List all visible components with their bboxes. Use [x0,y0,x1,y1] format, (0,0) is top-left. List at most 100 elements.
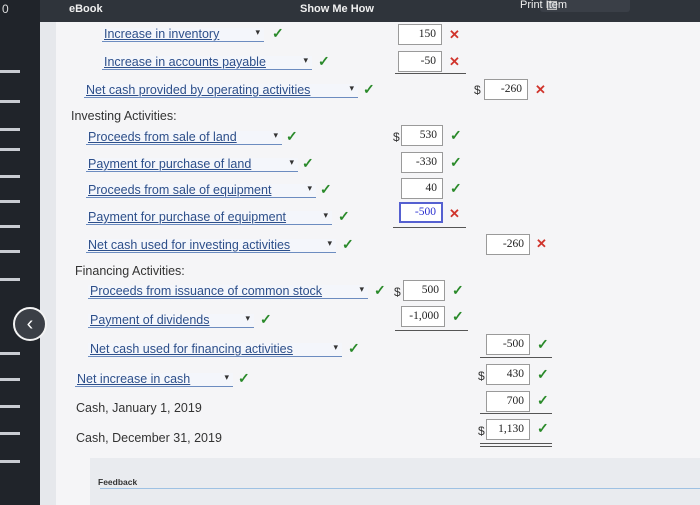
amount-field[interactable]: 700 [486,391,530,412]
amount-field[interactable]: 530 [401,125,443,146]
subtotal-rule [480,357,552,358]
amount-field-focused[interactable]: -500 [399,202,443,223]
print-item-link[interactable]: Print Item [520,0,567,11]
line-item-dropdown[interactable]: Proceeds from issuance of common stock ▾ [88,284,368,299]
check-icon: ✓ [450,127,462,143]
previous-button[interactable]: ‹ [13,307,47,341]
frame-dash [0,405,20,408]
chevron-down-icon: ▾ [323,210,328,220]
subtotal-rule [393,227,466,228]
frame-dash [0,378,20,381]
line-item-dropdown[interactable]: Net cash used for financing activities ▾ [88,342,342,357]
top-toolbar: eBook Show Me How Print Item [40,0,700,22]
frame-dash [0,278,20,281]
line-item-dropdown[interactable]: Increase in inventory ▾ [102,27,264,42]
line-item-dropdown[interactable]: Net cash provided by operating activitie… [84,83,358,98]
check-icon: ✓ [537,366,549,382]
check-icon: ✓ [348,340,360,356]
feedback-label: Feedback [98,477,138,487]
back-number: 0 [2,2,9,16]
frame-dash [0,175,20,178]
x-mark-icon: ✕ [535,82,546,97]
dropdown-text: Proceeds from sale of equipment [88,183,272,197]
amount-field[interactable]: 500 [403,280,445,301]
check-icon: ✓ [238,370,250,386]
line-item-dropdown[interactable]: Proceeds from sale of equipment ▾ [86,183,316,198]
check-icon: ✓ [363,81,375,97]
dropdown-text: Increase in accounts payable [104,55,266,69]
check-icon: ✓ [450,180,462,196]
chevron-down-icon: ▾ [255,27,260,37]
ebook-link[interactable]: eBook [69,3,103,15]
dropdown-text: Proceeds from issuance of common stock [90,284,323,298]
check-icon: ✓ [537,420,549,436]
dropdown-text: Increase in inventory [104,27,220,41]
dropdown-text: Net cash used for financing activities [90,342,293,356]
amount-field[interactable]: 430 [486,364,530,385]
dropdown-text: Net increase in cash [77,372,191,386]
amount-field[interactable]: -260 [486,234,530,255]
chevron-down-icon: ▾ [307,183,312,193]
chevron-down-icon: ▾ [273,130,278,140]
x-mark-icon: ✕ [449,54,460,69]
amount-field[interactable]: -500 [486,334,530,355]
subtotal-rule [395,73,466,74]
dropdown-text: Payment of dividends [90,313,210,327]
section-heading: Financing Activities: [75,264,185,278]
x-mark-icon: ✕ [536,236,547,251]
amount-field[interactable]: -1,000 [401,306,445,327]
feedback-area [90,458,700,505]
frame-dash [0,460,20,463]
check-icon: ✓ [338,208,350,224]
x-mark-icon: ✕ [449,27,460,42]
chevron-down-icon: ▾ [224,372,229,382]
show-me-how-link[interactable]: Show Me How [300,3,374,15]
amount-field[interactable]: 1,130 [486,419,530,440]
check-icon: ✓ [320,181,332,197]
currency-sign: $ [478,424,485,438]
check-icon: ✓ [537,336,549,352]
line-item-dropdown[interactable]: Increase in accounts payable ▾ [102,55,312,70]
amount-field[interactable]: -50 [398,51,442,72]
chevron-down-icon: ▾ [359,284,364,294]
amount-field[interactable]: 150 [398,24,442,45]
line-item-dropdown[interactable]: Payment for purchase of equipment ▾ [86,210,332,225]
line-item-dropdown[interactable]: Payment for purchase of land ▾ [86,157,298,172]
line-item-dropdown[interactable]: Net cash used for investing activities ▾ [86,238,336,253]
check-icon: ✓ [452,308,464,324]
amount-field[interactable]: 40 [401,178,443,199]
x-mark-icon: ✕ [449,206,460,221]
currency-sign: $ [478,369,485,383]
frame-dash [0,70,20,73]
dropdown-text: Payment for purchase of land [88,157,252,171]
amount-field[interactable]: -260 [484,79,528,100]
chevron-down-icon: ▾ [303,55,308,65]
check-icon: ✓ [286,128,298,144]
cash-beginning-label: Cash, January 1, 2019 [76,401,202,415]
check-icon: ✓ [260,311,272,327]
feedback-divider [100,488,700,489]
currency-sign: $ [474,83,481,97]
check-icon: ✓ [342,236,354,252]
currency-sign: $ [394,285,401,299]
frame-dash [0,225,20,228]
frame-dash [0,200,20,203]
check-icon: ✓ [374,282,386,298]
frame-dash [0,352,20,355]
currency-sign: $ [393,130,400,144]
line-item-dropdown[interactable]: Proceeds from sale of land ▾ [86,130,282,145]
line-item-dropdown[interactable]: Payment of dividends ▾ [88,313,254,328]
dropdown-text: Proceeds from sale of land [88,130,237,144]
line-item-dropdown[interactable]: Net increase in cash ▾ [75,372,233,387]
subtotal-rule [395,330,468,331]
subtotal-rule [480,413,552,414]
left-frame: 0 [0,0,40,505]
frame-dash [0,432,20,435]
section-heading: Investing Activities: [71,109,177,123]
double-rule [480,446,552,447]
check-icon: ✓ [318,53,330,69]
dropdown-text: Net cash provided by operating activitie… [86,83,311,97]
frame-dash [0,250,20,253]
amount-field[interactable]: -330 [401,152,443,173]
frame-dash [0,148,20,151]
